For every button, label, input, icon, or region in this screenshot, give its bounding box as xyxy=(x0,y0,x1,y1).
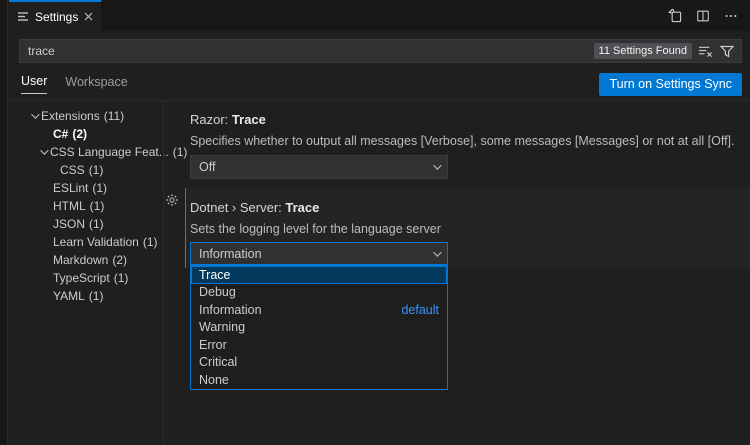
setting-desc-razor-trace: Specifies whether to output all messages… xyxy=(190,134,735,148)
toc-item-learn-validation[interactable]: Learn Validation (1) xyxy=(9,233,163,251)
sidebar-edge xyxy=(0,0,8,445)
toc-item-html[interactable]: HTML (1) xyxy=(9,197,163,215)
dropdown-option-none[interactable]: None xyxy=(191,371,447,389)
toc-item-csharp[interactable]: C# (2) xyxy=(9,125,163,143)
settings-list: Razor: Trace Specifies whether to output… xyxy=(164,100,750,445)
filter-icon[interactable] xyxy=(720,45,734,58)
toc-item-css[interactable]: CSS (1) xyxy=(9,161,163,179)
razor-trace-select[interactable]: Off xyxy=(190,155,448,179)
dotnet-server-trace-select[interactable]: Information xyxy=(190,242,448,265)
toc-item-yaml[interactable]: YAML (1) xyxy=(9,287,163,305)
settings-search-bar: 11 Settings Found xyxy=(19,39,742,63)
tab-title: Settings xyxy=(35,10,78,24)
toc-item-eslint[interactable]: ESLint (1) xyxy=(9,179,163,197)
setting-title-dotnet-server-trace: Dotnet › Server: Trace xyxy=(190,200,319,215)
dropdown-option-error[interactable]: Error xyxy=(191,336,447,354)
toc-item-typescript[interactable]: TypeScript (1) xyxy=(9,269,163,287)
toc-item-css-language-features[interactable]: CSS Language Feat... (1) xyxy=(9,143,163,161)
dropdown-option-debug[interactable]: Debug xyxy=(191,284,447,302)
tab-settings[interactable]: Settings xyxy=(9,0,102,31)
dropdown-option-information[interactable]: Information default xyxy=(191,301,447,319)
trace-level-dropdown: Trace Debug Information default Warning … xyxy=(190,265,448,390)
gear-icon[interactable] xyxy=(165,193,179,207)
setting-title-razor-trace: Razor: Trace xyxy=(190,112,266,127)
more-actions-icon[interactable] xyxy=(724,9,738,23)
chevron-down-icon xyxy=(433,248,441,256)
tab-workspace[interactable]: Workspace xyxy=(65,75,127,94)
chevron-down-icon xyxy=(433,161,441,169)
toc-item-json[interactable]: JSON (1) xyxy=(9,215,163,233)
split-editor-icon[interactable] xyxy=(696,9,710,23)
chevron-down-icon xyxy=(40,146,48,154)
editor-actions xyxy=(667,0,750,31)
search-input[interactable] xyxy=(20,40,594,62)
dropdown-option-trace[interactable]: Trace xyxy=(191,266,447,284)
turn-on-settings-sync-button[interactable]: Turn on Settings Sync xyxy=(599,73,742,96)
chevron-down-icon xyxy=(31,110,39,118)
tab-user[interactable]: User xyxy=(21,74,47,94)
default-badge: default xyxy=(401,303,439,317)
dropdown-option-critical[interactable]: Critical xyxy=(191,354,447,372)
toc-item-extensions[interactable]: Extensions (11) xyxy=(9,107,163,125)
settings-editor: 11 Settings Found User Workspace Turn on… xyxy=(9,31,750,445)
results-count-badge: 11 Settings Found xyxy=(594,43,692,59)
close-icon[interactable] xyxy=(84,12,93,21)
settings-toc: Extensions (11) C# (2) CSS Language Feat… xyxy=(9,107,163,305)
dropdown-option-warning[interactable]: Warning xyxy=(191,319,447,337)
toc-item-markdown[interactable]: Markdown (2) xyxy=(9,251,163,269)
tab-bar: Settings xyxy=(9,0,750,31)
settings-editor-icon xyxy=(17,11,29,22)
scope-tabs-row: User Workspace Turn on Settings Sync xyxy=(21,71,742,97)
setting-desc-dotnet-server-trace: Sets the logging level for the language … xyxy=(190,222,441,236)
focused-setting-indicator xyxy=(185,188,186,268)
open-settings-json-icon[interactable] xyxy=(667,8,682,23)
clear-search-results-icon[interactable] xyxy=(698,45,713,58)
